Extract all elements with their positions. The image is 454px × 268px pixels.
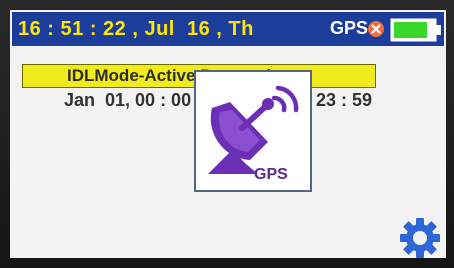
- gps-status-label: GPS: [330, 18, 369, 38]
- settings-gear-icon[interactable]: [398, 216, 442, 258]
- battery-icon: [390, 18, 441, 42]
- schedule-end-time: 23 : 59: [316, 90, 373, 110]
- gps-dialog-label: GPS: [254, 166, 288, 183]
- satellite-dish-icon: [208, 85, 299, 174]
- battery-fill: [394, 22, 427, 38]
- status-bar: 16 : 51 : 22 , Jul 16 , Th GPS: [12, 12, 444, 46]
- gps-error-icon: [368, 21, 384, 37]
- gps-dialog: GPS: [194, 70, 312, 192]
- device-screen: 16 : 51 : 22 , Jul 16 , Th GPS IDLMode-A…: [10, 10, 446, 258]
- schedule-start-time: Jan 01, 00 : 00: [64, 90, 192, 110]
- time-date-display: 16 : 51 : 22 , Jul 16 , Th: [18, 18, 254, 40]
